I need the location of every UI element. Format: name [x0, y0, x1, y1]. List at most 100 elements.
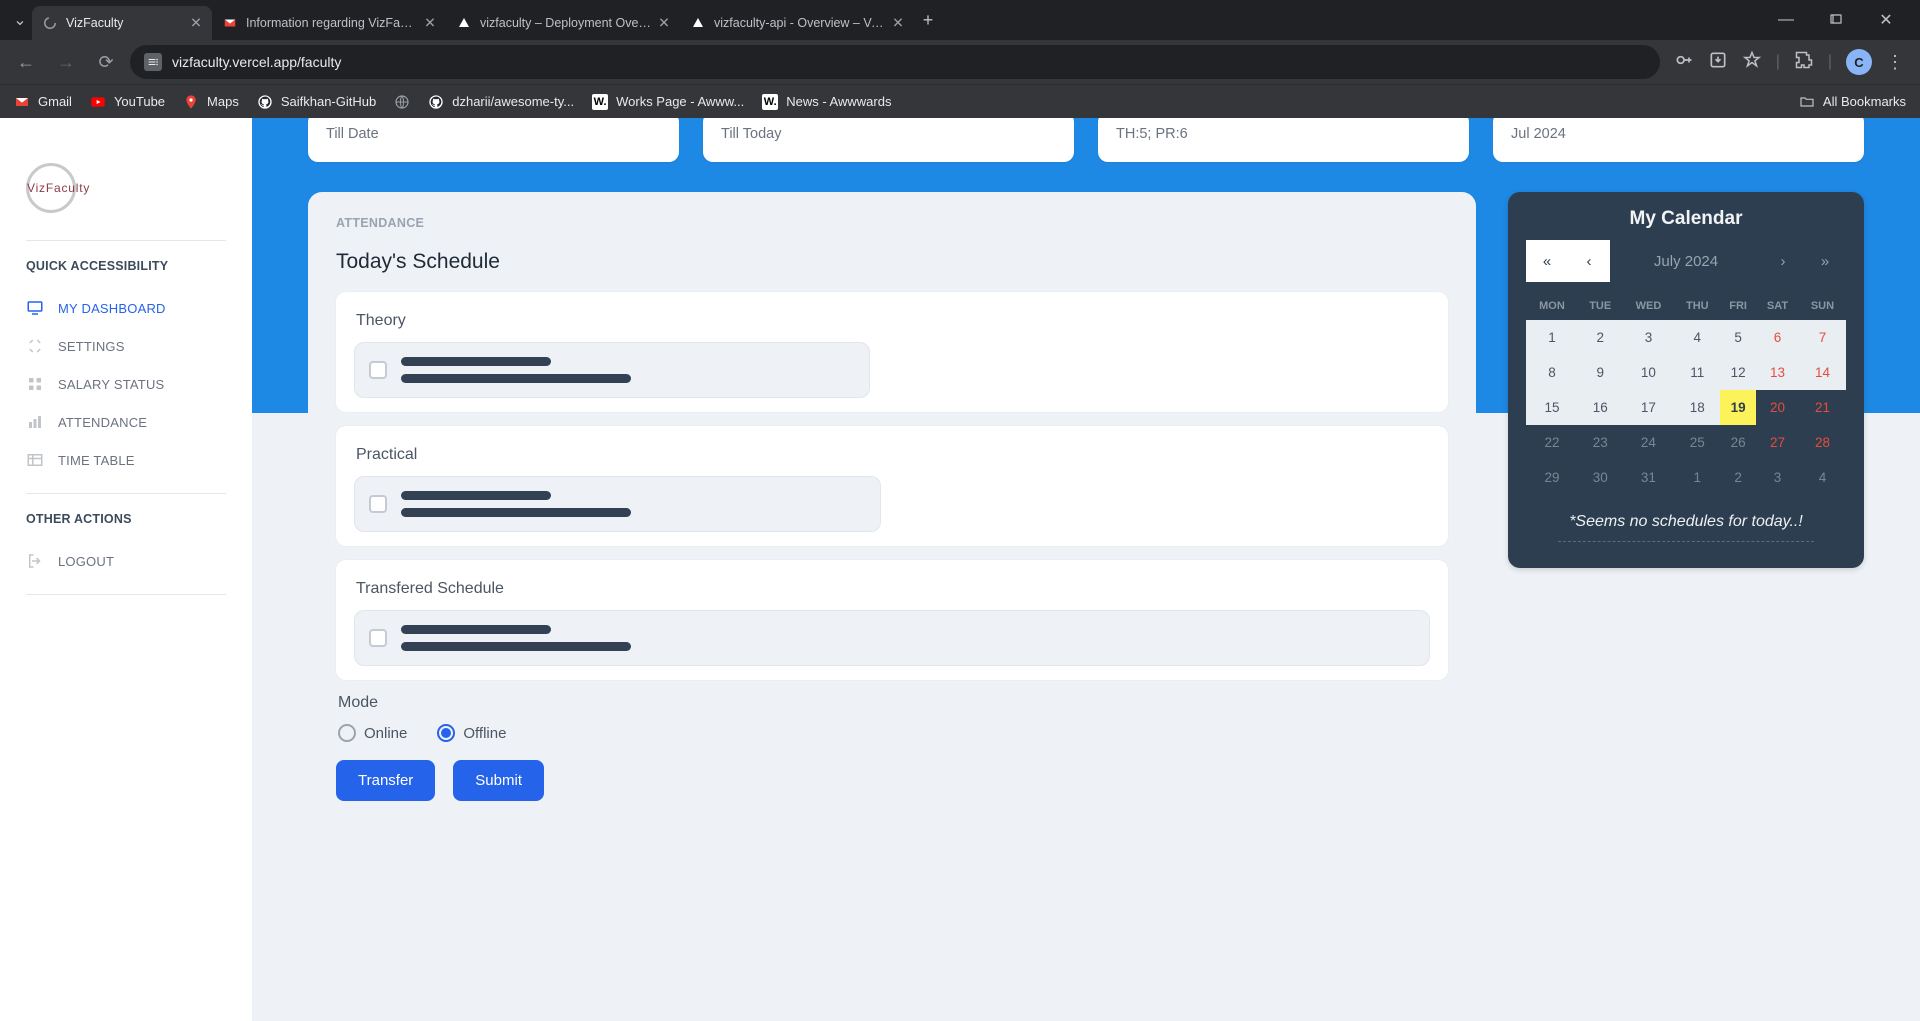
calendar-day[interactable]: 4	[1674, 320, 1720, 355]
calendar-day[interactable]: 1	[1526, 320, 1578, 355]
reload-button[interactable]: ⟳	[90, 46, 122, 78]
browser-tab-0[interactable]: VizFaculty ✕	[32, 6, 212, 40]
submit-button[interactable]: Submit	[453, 760, 544, 801]
bookmark-star-icon[interactable]	[1742, 50, 1762, 75]
calendar-day[interactable]: 5	[1720, 320, 1756, 355]
bookmark-github[interactable]: Saifkhan-GitHub	[257, 94, 376, 110]
calendar-day[interactable]: 23	[1578, 425, 1623, 460]
calendar-day[interactable]: 13	[1756, 355, 1799, 390]
checkbox[interactable]	[369, 629, 387, 647]
calendar-day[interactable]: 17	[1622, 390, 1674, 425]
bookmark-awwwards-1[interactable]: W. Works Page - Awww...	[592, 94, 744, 110]
calendar-day[interactable]: 2	[1578, 320, 1623, 355]
calendar-day[interactable]: 20	[1756, 390, 1799, 425]
globe-icon	[394, 94, 410, 110]
calendar-day[interactable]: 2	[1720, 460, 1756, 495]
calendar-day[interactable]: 15	[1526, 390, 1578, 425]
schedule-item[interactable]	[354, 342, 870, 398]
checkbox[interactable]	[369, 361, 387, 379]
browser-tab-3[interactable]: vizfaculty-api - Overview – Vercel ✕	[680, 6, 914, 40]
window-maximize-icon[interactable]	[1822, 6, 1850, 34]
bookmark-maps[interactable]: Maps	[183, 94, 239, 110]
calendar-day[interactable]: 31	[1622, 460, 1674, 495]
app-sidebar: VizFaculty QUICK ACCESSIBILITY MY DASHBO…	[0, 118, 252, 1021]
window-close-icon[interactable]: ✕	[1872, 6, 1900, 34]
bookmark-gmail[interactable]: Gmail	[14, 94, 72, 110]
sidebar-item-settings[interactable]: SETTINGS	[26, 327, 226, 365]
calendar-last-button[interactable]: »	[1804, 240, 1846, 282]
radio-unchecked[interactable]	[338, 724, 356, 742]
calendar-day[interactable]: 9	[1578, 355, 1623, 390]
main-content[interactable]: Till Date Till Today TH:5; PR:6 Jul 2024…	[252, 118, 1920, 1021]
mode-option-online[interactable]: Online	[338, 724, 407, 742]
tab-title: VizFaculty	[66, 16, 184, 30]
calendar-day[interactable]: 8	[1526, 355, 1578, 390]
calendar-day[interactable]: 16	[1578, 390, 1623, 425]
attendance-label: ATTENDANCE	[336, 216, 1448, 230]
calendar-first-button[interactable]: «	[1526, 240, 1568, 282]
all-bookmarks-button[interactable]: All Bookmarks	[1799, 94, 1906, 110]
calendar-prev-button[interactable]: ‹	[1568, 240, 1610, 282]
bookmark-github-2[interactable]: dzharii/awesome-ty...	[428, 94, 574, 110]
close-icon[interactable]: ✕	[188, 15, 204, 32]
app-logo[interactable]: VizFaculty	[26, 148, 226, 228]
sidebar-item-dashboard[interactable]: MY DASHBOARD	[26, 289, 226, 327]
calendar-day[interactable]: 1	[1674, 460, 1720, 495]
skeleton-line	[401, 357, 551, 366]
new-tab-button[interactable]: +	[914, 10, 942, 31]
calendar-day[interactable]: 4	[1799, 460, 1846, 495]
calendar-panel: My Calendar « ‹ July 2024 › » MONTU	[1508, 192, 1864, 568]
close-icon[interactable]: ✕	[890, 15, 906, 32]
calendar-day[interactable]: 12	[1720, 355, 1756, 390]
calendar-day[interactable]: 14	[1799, 355, 1846, 390]
close-icon[interactable]: ✕	[422, 15, 438, 32]
forward-button[interactable]: →	[50, 46, 82, 78]
calendar-day[interactable]: 7	[1799, 320, 1846, 355]
calendar-day[interactable]: 25	[1674, 425, 1720, 460]
site-info-icon[interactable]	[144, 53, 162, 71]
browser-tab-2[interactable]: vizfaculty – Deployment Overview ✕	[446, 6, 680, 40]
calendar-day[interactable]: 22	[1526, 425, 1578, 460]
calendar-day[interactable]: 6	[1756, 320, 1799, 355]
calendar-day[interactable]: 24	[1622, 425, 1674, 460]
sidebar-item-timetable[interactable]: TIME TABLE	[26, 441, 226, 479]
menu-icon[interactable]: ⋮	[1886, 52, 1904, 73]
calendar-day[interactable]: 29	[1526, 460, 1578, 495]
calendar-day[interactable]: 10	[1622, 355, 1674, 390]
calendar-day[interactable]: 26	[1720, 425, 1756, 460]
install-app-icon[interactable]	[1708, 50, 1728, 75]
profile-avatar[interactable]: C	[1846, 49, 1872, 75]
calendar-day[interactable]: 11	[1674, 355, 1720, 390]
calendar-day[interactable]: 27	[1756, 425, 1799, 460]
password-icon[interactable]	[1674, 50, 1694, 75]
sidebar-item-attendance[interactable]: ATTENDANCE	[26, 403, 226, 441]
calendar-day[interactable]: 21	[1799, 390, 1846, 425]
calendar-day[interactable]: 30	[1578, 460, 1623, 495]
bookmark-awwwards-2[interactable]: W. News - Awwwards	[762, 94, 891, 110]
close-icon[interactable]: ✕	[656, 15, 672, 32]
extensions-icon[interactable]	[1794, 50, 1814, 75]
calendar-day[interactable]: 3	[1622, 320, 1674, 355]
w-icon: W.	[762, 94, 778, 110]
schedule-item[interactable]	[354, 476, 881, 532]
browser-tab-1[interactable]: Information regarding VizFaculty ✕	[212, 6, 446, 40]
bookmark-globe[interactable]	[394, 94, 410, 110]
calendar-day[interactable]: 18	[1674, 390, 1720, 425]
sidebar-item-logout[interactable]: LOGOUT	[26, 542, 226, 580]
address-bar[interactable]: vizfaculty.vercel.app/faculty	[130, 45, 1660, 79]
mode-option-offline[interactable]: Offline	[437, 724, 506, 742]
schedule-item[interactable]	[354, 610, 1430, 666]
checkbox[interactable]	[369, 495, 387, 513]
transfer-button[interactable]: Transfer	[336, 760, 435, 801]
back-button[interactable]: ←	[10, 46, 42, 78]
bookmark-youtube[interactable]: YouTube	[90, 94, 165, 110]
calendar-day[interactable]: 28	[1799, 425, 1846, 460]
calendar-next-button[interactable]: ›	[1762, 240, 1804, 282]
window-minimize-icon[interactable]: —	[1772, 6, 1800, 34]
radio-checked[interactable]	[437, 724, 455, 742]
url-text: vizfaculty.vercel.app/faculty	[172, 54, 341, 70]
sidebar-item-salary[interactable]: SALARY STATUS	[26, 365, 226, 403]
calendar-day[interactable]: 3	[1756, 460, 1799, 495]
calendar-day[interactable]: 19	[1720, 390, 1756, 425]
tab-search-dropdown[interactable]: ⌄	[8, 8, 32, 32]
